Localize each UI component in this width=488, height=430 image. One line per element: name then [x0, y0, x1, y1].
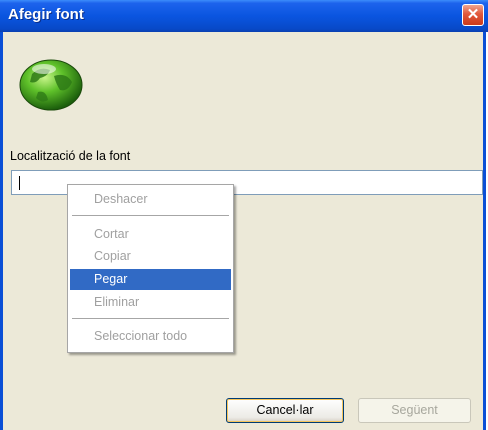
close-button[interactable]: ✕	[462, 4, 484, 26]
menu-item-seleccionar-todo[interactable]: Seleccionar todo	[70, 326, 231, 347]
close-icon: ✕	[466, 6, 480, 23]
menu-separator	[72, 318, 229, 319]
context-menu: Deshacer Cortar Copiar Pegar Eliminar Se…	[67, 184, 234, 353]
menu-separator	[72, 215, 229, 216]
globe-icon	[19, 59, 83, 111]
cancel-button[interactable]: Cancel·lar	[226, 398, 344, 423]
location-label: Localització de la font	[10, 149, 131, 163]
menu-item-deshacer[interactable]: Deshacer	[70, 189, 231, 210]
menu-item-pegar[interactable]: Pegar	[70, 269, 231, 290]
window-title: Afegir font	[8, 6, 84, 23]
next-button[interactable]: Següent	[358, 398, 471, 423]
title-bar[interactable]: Afegir font ✕	[0, 0, 488, 32]
menu-item-eliminar[interactable]: Eliminar	[70, 292, 231, 313]
text-caret	[19, 176, 20, 190]
menu-item-cortar[interactable]: Cortar	[70, 224, 231, 245]
menu-item-copiar[interactable]: Copiar	[70, 246, 231, 267]
